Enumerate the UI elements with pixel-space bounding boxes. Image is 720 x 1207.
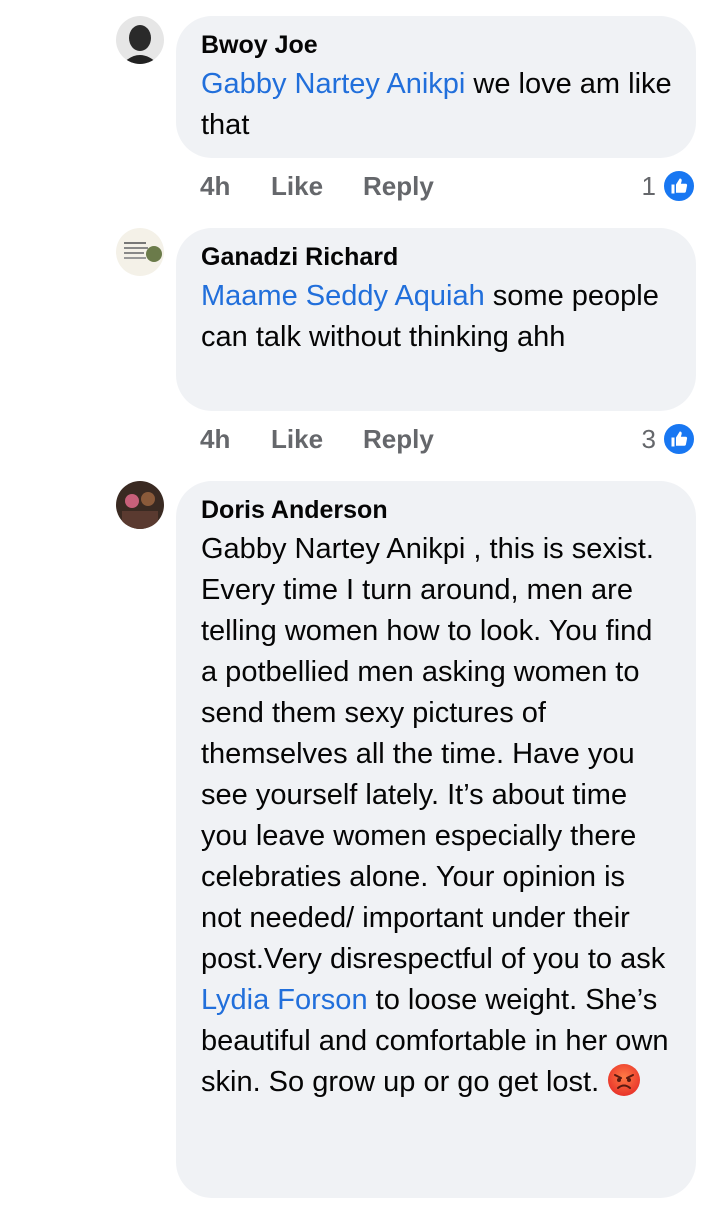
comment-text: Gabby Nartey Anikpi we love am like that <box>201 64 672 146</box>
comment-actions: 4h Like Reply <box>200 419 434 459</box>
comment-text-body: Gabby Nartey Anikpi , this is sexist. Ev… <box>201 533 666 975</box>
avatar[interactable] <box>116 481 164 529</box>
comment-actions: 4h Like Reply <box>200 166 434 206</box>
reaction-summary[interactable]: 1 <box>642 166 696 206</box>
comment-bubble: Doris Anderson Gabby Nartey Anikpi , thi… <box>176 481 696 1198</box>
thumbs-up-icon <box>662 422 696 456</box>
profile-photo <box>116 228 164 276</box>
avatar[interactable] <box>116 16 164 64</box>
angry-face-icon <box>607 1063 641 1097</box>
comment-bubble: Ganadzi Richard Maame Seddy Aquiah some … <box>176 228 696 411</box>
reaction-count: 3 <box>641 423 656 454</box>
mention-link[interactable]: Gabby Nartey Anikpi <box>201 68 465 100</box>
avatar[interactable] <box>116 228 164 276</box>
like-button[interactable]: Like <box>271 171 363 202</box>
reply-button[interactable]: Reply <box>363 424 434 455</box>
comment-author[interactable]: Doris Anderson <box>201 495 672 525</box>
profile-photo <box>116 16 164 64</box>
timestamp[interactable]: 4h <box>200 171 271 202</box>
reaction-count: 1 <box>641 170 656 201</box>
comment-author[interactable]: Bwoy Joe <box>201 30 672 60</box>
comment-bubble: Bwoy Joe Gabby Nartey Anikpi we love am … <box>176 16 696 158</box>
profile-photo <box>116 481 164 529</box>
timestamp[interactable]: 4h <box>200 424 271 455</box>
comment-text: Maame Seddy Aquiah some people can talk … <box>201 276 672 358</box>
comment-text: Gabby Nartey Anikpi , this is sexist. Ev… <box>201 529 672 1103</box>
comment-author[interactable]: Ganadzi Richard <box>201 242 672 272</box>
mention-link[interactable]: Lydia Forson <box>201 984 368 1016</box>
reaction-summary[interactable]: 3 <box>642 419 696 459</box>
thumbs-up-icon <box>662 169 696 203</box>
mention-link[interactable]: Maame Seddy Aquiah <box>201 280 485 312</box>
like-button[interactable]: Like <box>271 424 363 455</box>
reply-button[interactable]: Reply <box>363 171 434 202</box>
